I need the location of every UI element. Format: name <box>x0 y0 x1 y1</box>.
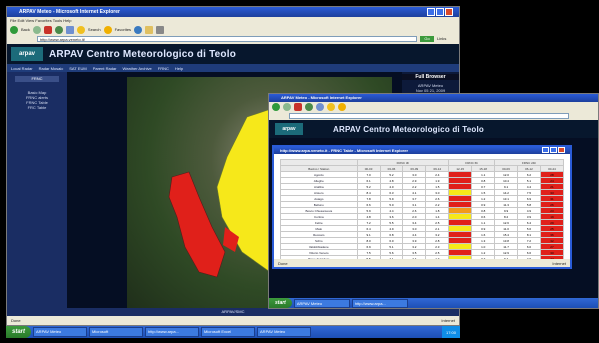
frnc-data-table: FRNC 3h FRNC 6h FRNC 24h Bacino / Statio… <box>280 159 564 259</box>
main-site-title: ARPAV Centro Meteorologico di Teolo <box>49 48 236 60</box>
main-taskbar: start ARPAV Meteo Microsoft http://www.a… <box>6 326 460 338</box>
mail-icon[interactable] <box>145 25 154 34</box>
second-refresh-icon[interactable] <box>305 103 313 111</box>
table-body: Agordo 7.0 5.2 3.0 2.4 1.1 12.0 6.2 28 Alleghe 6.1… <box>280 171 564 259</box>
minimize-icon[interactable] <box>427 8 435 16</box>
print-icon[interactable] <box>156 25 165 34</box>
table-window-controls <box>542 147 565 153</box>
sidebar-title: FRNC <box>15 76 59 82</box>
second-address-row <box>269 112 598 120</box>
second-home-icon[interactable] <box>316 103 324 111</box>
home-icon[interactable] <box>65 25 74 34</box>
forward-icon[interactable] <box>32 25 41 34</box>
frnc-table-window: http://www.arpa.veneto.it - FRNC Table -… <box>272 145 572 269</box>
table-area: FRNC 3h FRNC 6h FRNC 24h Bacino / Statio… <box>280 159 564 259</box>
favorites-label[interactable]: Favorites <box>115 27 131 32</box>
table-status-left: Done <box>278 260 288 266</box>
second-window-title: ARPAV Meteo - Microsoft Internet Explore… <box>281 95 362 100</box>
back-label[interactable]: Back <box>21 27 30 32</box>
second-toolbar <box>269 102 598 112</box>
second-arpav-logo[interactable]: arpav <box>275 123 303 135</box>
taskbar-item-5[interactable]: ARPAV Meteo <box>257 326 312 338</box>
main-sidebar: FRNC Basic Map FRNC alerts FRNC Table FR… <box>7 72 67 316</box>
back-icon[interactable] <box>10 25 18 34</box>
main-status-left: Done <box>11 318 21 323</box>
main-site-header: arpav ARPAV Centro Meteorologico di Teol… <box>7 44 459 64</box>
system-tray-clock[interactable]: 17:00 <box>441 326 460 338</box>
nav-local-radar[interactable]: Local Radar <box>11 66 33 71</box>
second-back-icon[interactable] <box>272 103 280 111</box>
stop-icon[interactable] <box>43 25 52 34</box>
maximize-icon[interactable] <box>436 8 444 16</box>
main-address-row: http://www.arpa.veneto.it/ Go Links <box>7 35 459 44</box>
table-status-bar: Done Internet <box>274 259 570 267</box>
nav-radar-mosaic[interactable]: Radar Mosaic <box>39 66 64 71</box>
second-address-input[interactable] <box>289 113 569 119</box>
red-alert-zone-west <box>168 171 226 278</box>
nav-weather-archive[interactable]: Weather Archive <box>122 66 151 71</box>
arpav-logo[interactable]: arpav <box>11 47 43 61</box>
taskbar-item-2[interactable]: Microsoft <box>89 326 144 338</box>
second-taskbar-item-2[interactable]: http://www.arpa... <box>351 298 408 308</box>
main-status-right: Internet <box>441 318 455 323</box>
main-nav-bar: Local Radar Radar Mosaic SAT EUM Parent … <box>7 64 459 72</box>
main-address-input[interactable]: http://www.arpa.veneto.it/ <box>37 36 417 42</box>
table-close-icon[interactable] <box>558 147 565 153</box>
nav-frnc[interactable]: FRNC <box>158 66 169 71</box>
second-title-bar[interactable]: ARPAV Meteo - Microsoft Internet Explore… <box>269 94 598 102</box>
main-menu-bar[interactable]: File Edit View Favorites Tools Help <box>7 17 459 24</box>
nav-parent-radar[interactable]: Parent Radar <box>93 66 117 71</box>
second-taskbar-item-1[interactable]: ARPAV Meteo <box>293 298 350 308</box>
taskbar-item-3[interactable]: http://www.arpa... <box>145 326 200 338</box>
second-favorites-icon[interactable] <box>338 103 346 111</box>
go-button[interactable]: Go <box>420 36 434 42</box>
second-start-button[interactable]: start <box>269 298 292 308</box>
second-search-icon[interactable] <box>327 103 335 111</box>
nav-help[interactable]: Help <box>175 66 183 71</box>
nav-sat-eum[interactable]: SAT EUM <box>69 66 86 71</box>
table-minimize-icon[interactable] <box>542 147 549 153</box>
second-taskbar: start ARPAV Meteo http://www.arpa... <box>269 298 598 308</box>
history-icon[interactable] <box>134 25 143 34</box>
main-title-bar[interactable]: ARPAV Meteo - Microsoft Internet Explore… <box>7 7 459 17</box>
table-status-right: Internet <box>552 260 566 266</box>
right-panel-title: Full Browser <box>402 74 459 80</box>
refresh-icon[interactable] <box>54 25 63 34</box>
favorites-icon[interactable] <box>103 25 112 34</box>
main-status-bar: Done Internet <box>7 316 459 325</box>
second-forward-icon[interactable] <box>283 103 291 111</box>
main-window-title: ARPAV Meteo - Microsoft Internet Explore… <box>19 9 120 15</box>
main-footer-bar: ARPAV/SMC <box>7 308 459 316</box>
taskbar-item-1[interactable]: ARPAV Meteo <box>33 326 88 338</box>
table-maximize-icon[interactable] <box>550 147 557 153</box>
second-site-title: ARPAV Centro Meteorologico di Teolo <box>333 124 484 134</box>
links-label[interactable]: Links <box>437 36 446 41</box>
taskbar-item-4[interactable]: Microsoft Excel <box>201 326 256 338</box>
table-title-bar[interactable]: http://www.arpa.veneto.it - FRNC Table -… <box>274 147 570 154</box>
sidebar-item-frc-table[interactable]: FRC Table <box>7 105 67 110</box>
main-window-controls <box>427 8 453 16</box>
main-toolbar: Back Search Favorites <box>7 24 459 35</box>
second-site-header: arpav ARPAV Centro Meteorologico di Teol… <box>269 120 598 138</box>
start-button[interactable]: start <box>6 326 32 338</box>
close-icon[interactable] <box>445 8 453 16</box>
search-icon[interactable] <box>76 25 85 34</box>
search-label[interactable]: Search <box>88 27 101 32</box>
table-window-title: http://www.arpa.veneto.it - FRNC Table -… <box>280 148 409 153</box>
second-stop-icon[interactable] <box>294 103 302 111</box>
